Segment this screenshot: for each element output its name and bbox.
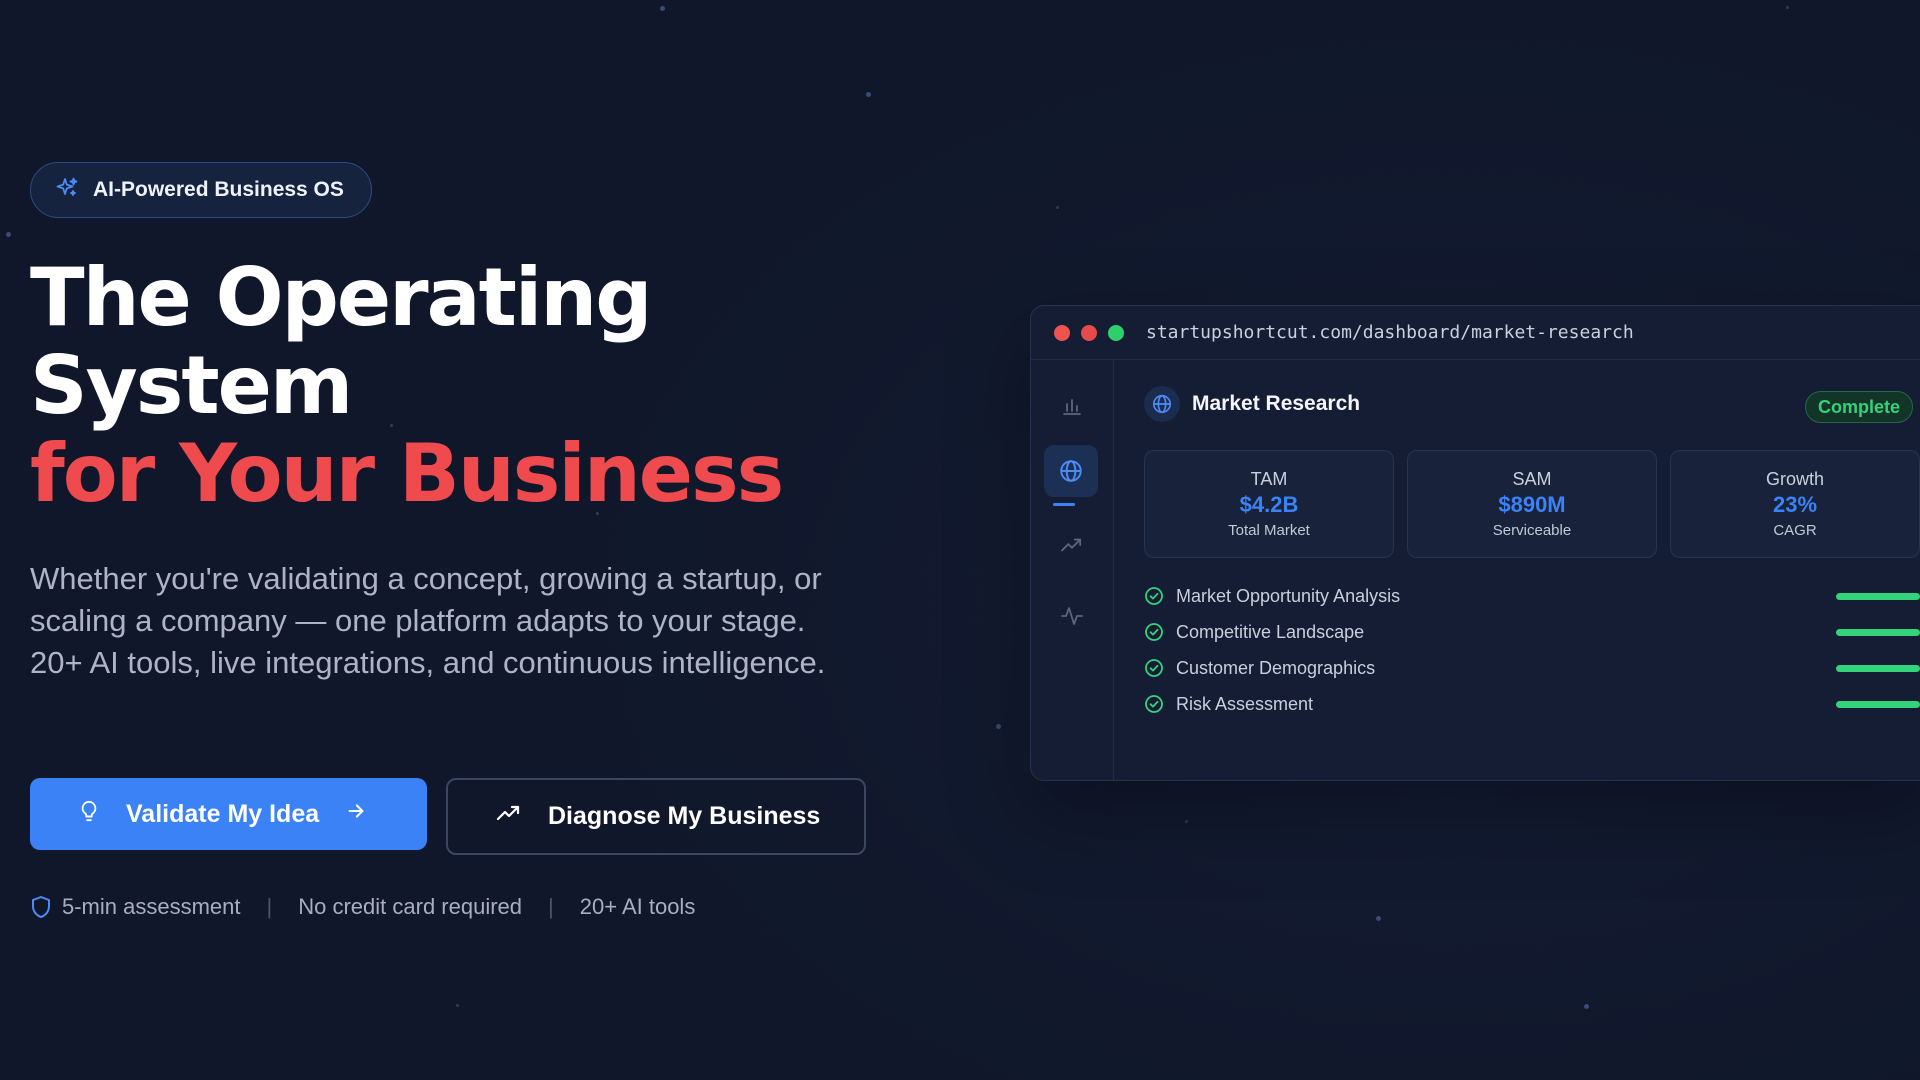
panel-header: Market Research bbox=[1144, 386, 1360, 422]
background-particle bbox=[1584, 1004, 1589, 1009]
browser-titlebar: startupshortcut.com/dashboard/market-res… bbox=[1031, 306, 1920, 360]
trust-item: 5-min assessment bbox=[62, 894, 241, 919]
hero-headline: The Operating System for Your Business bbox=[30, 254, 930, 518]
metric-card-sam: SAM $890M Serviceable bbox=[1407, 450, 1657, 558]
browser-url: startupshortcut.com/dashboard/market-res… bbox=[1146, 322, 1634, 343]
sparkle-icon bbox=[55, 176, 79, 205]
hero-badge: AI-Powered Business OS bbox=[30, 162, 372, 218]
background-particle bbox=[1056, 206, 1059, 209]
metric-label: SAM bbox=[1512, 469, 1552, 489]
globe-icon[interactable] bbox=[1044, 445, 1098, 497]
validate-my-idea-label: Validate My Idea bbox=[126, 799, 320, 828]
check-circle-icon bbox=[1144, 586, 1164, 606]
active-tab-indicator bbox=[1053, 503, 1075, 506]
background-particle bbox=[866, 92, 871, 97]
validate-my-idea-button[interactable]: Validate My Idea bbox=[30, 778, 427, 850]
list-item: Market Opportunity Analysis bbox=[1144, 578, 1920, 614]
background-particle bbox=[660, 6, 665, 11]
metric-caption: CAGR bbox=[1773, 522, 1817, 539]
list-item: Risk Assessment bbox=[1144, 686, 1920, 722]
list-item: Competitive Landscape bbox=[1144, 614, 1920, 650]
diagnose-my-business-label: Diagnose My Business bbox=[548, 802, 821, 830]
check-circle-icon bbox=[1144, 658, 1164, 678]
status-badge: Complete bbox=[1805, 391, 1914, 423]
background-particle bbox=[1376, 916, 1381, 921]
minimize-window-dot bbox=[1081, 324, 1097, 341]
trending-up-icon bbox=[496, 802, 522, 831]
trust-item: No credit card required bbox=[298, 894, 523, 919]
trending-up-icon[interactable] bbox=[1052, 525, 1092, 565]
checklist-label: Market Opportunity Analysis bbox=[1176, 585, 1401, 606]
progress-bar bbox=[1836, 628, 1920, 636]
analysis-checklist: Market Opportunity Analysis Competitive … bbox=[1144, 578, 1920, 722]
close-window-dot bbox=[1054, 324, 1070, 341]
progress-bar bbox=[1836, 700, 1920, 708]
headline-line-3-highlight: for Your Business bbox=[30, 427, 784, 520]
checklist-label: Competitive Landscape bbox=[1176, 621, 1365, 642]
checklist-label: Risk Assessment bbox=[1176, 693, 1314, 714]
metric-caption: Total Market bbox=[1228, 522, 1310, 539]
activity-icon[interactable] bbox=[1052, 596, 1092, 636]
trust-divider: | bbox=[266, 894, 273, 919]
bar-chart-icon[interactable] bbox=[1052, 386, 1092, 426]
list-item: Customer Demographics bbox=[1144, 650, 1920, 686]
metric-card-tam: TAM $4.2B Total Market bbox=[1144, 450, 1394, 558]
check-circle-icon bbox=[1144, 694, 1164, 714]
metric-label: Growth bbox=[1765, 469, 1825, 489]
trust-divider: | bbox=[548, 894, 554, 919]
globe-icon bbox=[1144, 386, 1180, 422]
metric-caption: Serviceable bbox=[1492, 522, 1572, 539]
maximize-window-dot bbox=[1108, 324, 1124, 341]
shield-icon bbox=[30, 895, 52, 919]
arrow-right-icon bbox=[345, 800, 367, 829]
lightbulb-icon bbox=[78, 800, 100, 829]
headline-line-1: The Operating bbox=[30, 251, 652, 344]
metric-label: TAM bbox=[1250, 469, 1288, 489]
headline-line-2: System bbox=[30, 339, 353, 432]
trust-item: 20+ AI tools bbox=[579, 894, 696, 919]
dashboard-preview-window: startupshortcut.com/dashboard/market-res… bbox=[1030, 305, 1920, 781]
trust-indicators: 5-min assessment | No credit card requir… bbox=[30, 890, 695, 924]
hero-subheadline: Whether you're validating a concept, gro… bbox=[30, 561, 826, 680]
metric-value: $890M bbox=[1498, 492, 1566, 517]
background-particle bbox=[1185, 820, 1188, 823]
background-particle bbox=[996, 724, 1001, 729]
diagnose-my-business-button[interactable]: Diagnose My Business bbox=[446, 778, 866, 855]
background-particle bbox=[1786, 6, 1789, 9]
background-particle bbox=[6, 232, 11, 237]
check-circle-icon bbox=[1144, 622, 1164, 642]
checklist-label: Customer Demographics bbox=[1176, 657, 1376, 678]
dashboard-sidebar bbox=[1031, 360, 1114, 780]
metric-value: 23% bbox=[1772, 492, 1818, 517]
metric-cards: TAM $4.2B Total Market SAM $890M Service… bbox=[1144, 450, 1920, 558]
progress-bar bbox=[1836, 664, 1920, 672]
background-particle bbox=[456, 1004, 459, 1007]
metric-value: $4.2B bbox=[1239, 492, 1299, 517]
hero-badge-label: AI-Powered Business OS bbox=[93, 178, 344, 201]
panel-title: Market Research bbox=[1192, 392, 1361, 415]
metric-card-growth: Growth 23% CAGR bbox=[1670, 450, 1920, 558]
progress-bar bbox=[1836, 592, 1920, 600]
